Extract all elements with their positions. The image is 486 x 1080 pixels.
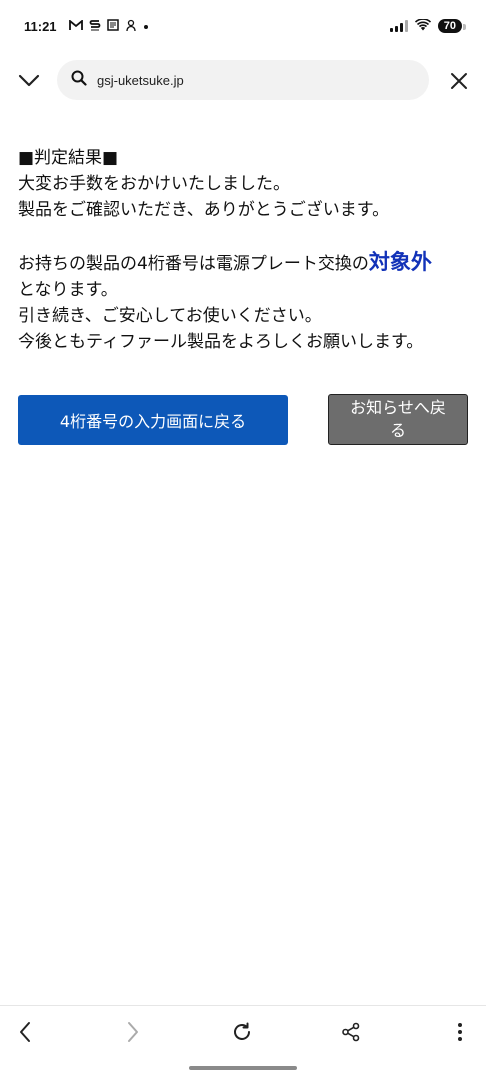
dot-icon [143,20,149,32]
result-prefix: お持ちの製品の4桁番号は電源プレート交換の [18,254,369,274]
bottom-nav [0,1005,486,1057]
reload-icon[interactable] [226,1016,258,1048]
result-message: ■判定結果■ 大変お手数をおかけいたしました。 製品をご確認いただき、ありがとう… [18,145,478,355]
status-left: 11:21 [24,19,149,34]
browser-page: 11:21 70 gsj-uketsuke.jp ■判定結果■ 大変お手数をおか… [0,0,486,1080]
address-field[interactable]: gsj-uketsuke.jp [57,60,429,100]
more-icon[interactable] [444,1016,476,1048]
s-icon [89,19,101,33]
app-icon [125,19,137,34]
button-label-line: る [389,421,406,440]
back-to-notice-button[interactable]: お知らせへ戻 る [328,394,468,445]
news-icon [106,19,119,33]
message-line: 今後ともティファール製品をよろしくお願いします。 [18,332,424,352]
battery-indicator: 70 [437,19,467,33]
home-indicator[interactable] [189,1066,297,1070]
message-line: となります。 [18,280,118,300]
result-line: お持ちの製品の4桁番号は電源プレート交換の対象外 [18,249,478,277]
message-line: 製品をご確認いただき、ありがとうございます。 [18,200,390,220]
share-icon[interactable] [335,1016,367,1048]
search-icon [71,70,87,90]
url-bar: gsj-uketsuke.jp [0,58,486,104]
back-to-input-button[interactable]: 4桁番号の入力画面に戻る [18,395,288,445]
gmail-icon [68,18,83,33]
close-icon[interactable] [444,66,474,96]
chevron-down-icon[interactable] [14,66,44,96]
button-label-line: お知らせへ戻 [350,398,446,417]
wifi-icon [414,17,431,34]
notification-icons [68,18,149,34]
forward-icon[interactable] [117,1016,149,1048]
result-emphasis: 対象外 [368,250,432,274]
back-icon[interactable] [9,1016,41,1048]
message-line: 大変お手数をおかけいたしました。 [18,174,290,194]
status-right: 70 [389,17,467,34]
clock: 11:21 [24,18,57,34]
result-heading: ■判定結果■ [18,148,119,168]
signal-icon [389,20,408,32]
status-bar: 11:21 70 [0,0,486,52]
message-line: 引き続き、ご安心してお使いください。 [18,306,322,326]
url-text: gsj-uketsuke.jp [97,72,184,88]
